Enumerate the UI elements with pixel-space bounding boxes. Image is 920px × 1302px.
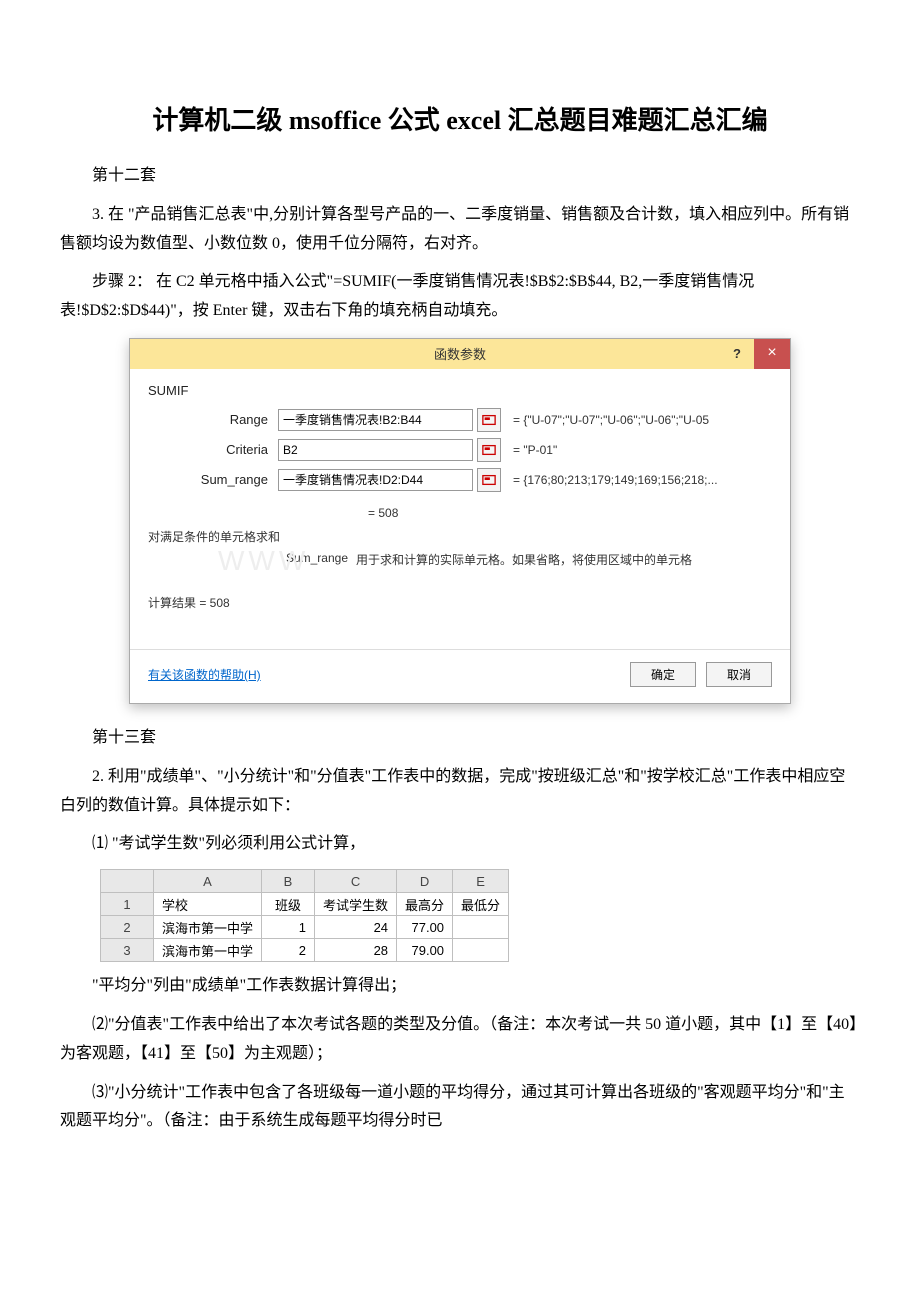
cell[interactable]: 滨海市第一中学: [154, 916, 262, 939]
param-name: Sum_range: [148, 551, 356, 568]
arg-label-criteria: Criteria: [148, 442, 278, 457]
col-header[interactable]: E: [453, 870, 509, 893]
dialog-titlebar[interactable]: 函数参数 ? ×: [130, 339, 790, 369]
arg-eval-sumrange: = {176;80;213;179;149;169;156;218;...: [513, 473, 718, 487]
row-header[interactable]: 3: [101, 939, 154, 962]
param-text: 用于求和计算的实际单元格。如果省略，将使用区域中的单元格: [356, 551, 772, 568]
ok-button[interactable]: 确定: [630, 662, 696, 687]
doc-title: 计算机二级 msoffice 公式 excel 汇总题目难题汇总汇编: [60, 100, 860, 137]
section12-q3: 3. 在 "产品销售汇总表"中,分别计算各型号产品的一、二季度销量、销售额及合计…: [60, 201, 860, 259]
section13-item2: ⑵"分值表"工作表中给出了本次考试各题的类型及分值。（备注：本次考试一共 50 …: [60, 1011, 860, 1069]
arg-label-sumrange: Sum_range: [148, 472, 278, 487]
cell[interactable]: 最高分: [397, 893, 453, 916]
cell[interactable]: 28: [315, 939, 397, 962]
arg-input-criteria[interactable]: [278, 439, 473, 461]
arg-eval-range: = {"U-07";"U-07";"U-06";"U-06";"U-05: [513, 413, 709, 427]
cell[interactable]: 77.00: [397, 916, 453, 939]
corner-cell: [101, 870, 154, 893]
help-icon[interactable]: ?: [722, 339, 752, 369]
calc-result: 计算结果 = 508: [130, 594, 790, 611]
col-header[interactable]: C: [315, 870, 397, 893]
function-help-link[interactable]: 有关该函数的帮助(H): [148, 666, 261, 683]
arg-eval-criteria: = "P-01": [513, 443, 557, 457]
collapse-dialog-icon[interactable]: [477, 438, 501, 462]
section13-q2: 2. 利用"成绩单"、"小分统计"和"分值表"工作表中的数据，完成"按班级汇总"…: [60, 763, 860, 821]
section12-heading: 第十二套: [60, 162, 860, 191]
section13-item1b: "平均分"列由"成绩单"工作表数据计算得出；: [60, 972, 860, 1001]
section12-step2: 步骤 2： 在 C2 单元格中插入公式"=SUMIF(一季度销售情况表!$B$2…: [60, 268, 860, 326]
dialog-description: 对满足条件的单元格求和: [148, 528, 772, 545]
function-name: SUMIF: [148, 383, 772, 398]
col-header[interactable]: B: [262, 870, 315, 893]
function-arguments-dialog: 函数参数 ? × SUMIF Range = {"U-07";"U-07";"U…: [129, 338, 791, 704]
cell[interactable]: 2: [262, 939, 315, 962]
col-header[interactable]: D: [397, 870, 453, 893]
cell[interactable]: 考试学生数: [315, 893, 397, 916]
cell[interactable]: 79.00: [397, 939, 453, 962]
section13-item3: ⑶"小分统计"工作表中包含了各班级每一道小题的平均得分，通过其可计算出各班级的"…: [60, 1079, 860, 1137]
cell[interactable]: 学校: [154, 893, 262, 916]
dialog-title: 函数参数: [130, 344, 790, 363]
cell[interactable]: [453, 916, 509, 939]
cell[interactable]: 24: [315, 916, 397, 939]
cancel-button[interactable]: 取消: [706, 662, 772, 687]
collapse-dialog-icon[interactable]: [477, 408, 501, 432]
row-header[interactable]: 1: [101, 893, 154, 916]
spreadsheet-snippet: A B C D E 1 学校 班级 考试学生数 最高分 最低分 2 滨海市第一中…: [100, 869, 509, 962]
arg-label-range: Range: [148, 412, 278, 427]
cell[interactable]: 班级: [262, 893, 315, 916]
close-icon[interactable]: ×: [754, 339, 790, 369]
cell[interactable]: 滨海市第一中学: [154, 939, 262, 962]
arg-input-range[interactable]: [278, 409, 473, 431]
collapse-dialog-icon[interactable]: [477, 468, 501, 492]
row-header[interactable]: 2: [101, 916, 154, 939]
section13-item1a: ⑴ "考试学生数"列必须利用公式计算，: [60, 830, 860, 859]
section13-heading: 第十三套: [60, 724, 860, 753]
cell[interactable]: 最低分: [453, 893, 509, 916]
arg-input-sumrange[interactable]: [278, 469, 473, 491]
cell[interactable]: 1: [262, 916, 315, 939]
dialog-result-line: = 508: [148, 506, 772, 520]
cell[interactable]: [453, 939, 509, 962]
col-header[interactable]: A: [154, 870, 262, 893]
